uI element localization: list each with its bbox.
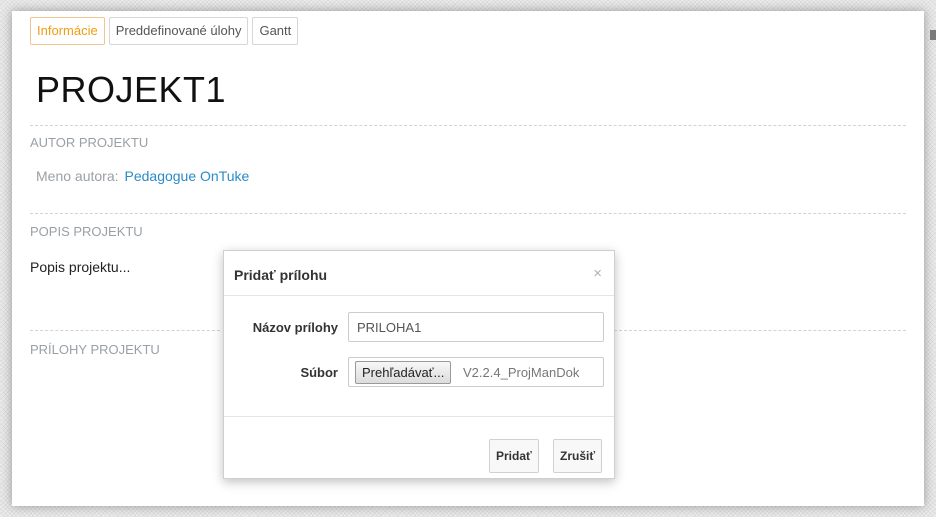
section-divider	[30, 330, 220, 331]
tab-bar: Informácie Preddefinované úlohy Gantt	[30, 17, 299, 45]
author-row: Meno autora: Pedagogue OnTuke	[36, 168, 249, 184]
attachment-name-input[interactable]	[348, 312, 604, 342]
dialog-title: Pridať prílohu	[234, 267, 328, 283]
selected-file-name: V2.2.4_ProjManDok	[463, 365, 580, 380]
add-attachment-dialog: Pridať prílohu × Názov prílohy Súbor Pre…	[223, 250, 615, 479]
dialog-footer: Pridať Zrušiť	[224, 416, 614, 479]
add-button[interactable]: Pridať	[489, 439, 539, 473]
project-description: Popis projektu...	[30, 259, 131, 275]
attachments-section-heading: PRÍLOHY PROJEKTU	[30, 342, 160, 357]
author-section-heading: AUTOR PROJEKTU	[30, 135, 149, 150]
dialog-header: Pridať prílohu ×	[224, 251, 614, 296]
tab-preddefinovane-ulohy[interactable]: Preddefinované úlohy	[108, 17, 249, 45]
author-link[interactable]: Pedagogue OnTuke	[125, 168, 250, 184]
file-label: Súbor	[300, 365, 338, 380]
browse-button[interactable]: Prehľadávať...	[355, 361, 452, 384]
section-divider	[30, 213, 906, 214]
window-edge-mark	[930, 30, 936, 40]
author-label: Meno autora:	[36, 168, 119, 184]
close-icon[interactable]: ×	[593, 265, 602, 282]
page-title: PROJEKT1	[36, 69, 227, 110]
cancel-button[interactable]: Zrušiť	[553, 439, 603, 473]
section-divider	[30, 125, 906, 126]
file-picker: Prehľadávať... V2.2.4_ProjManDok	[348, 357, 604, 387]
description-section-heading: POPIS PROJEKTU	[30, 224, 143, 239]
tab-informacie[interactable]: Informácie	[30, 17, 105, 45]
tab-gantt[interactable]: Gantt	[252, 17, 299, 45]
attachment-name-label: Názov prílohy	[252, 320, 338, 335]
section-divider	[614, 330, 906, 331]
